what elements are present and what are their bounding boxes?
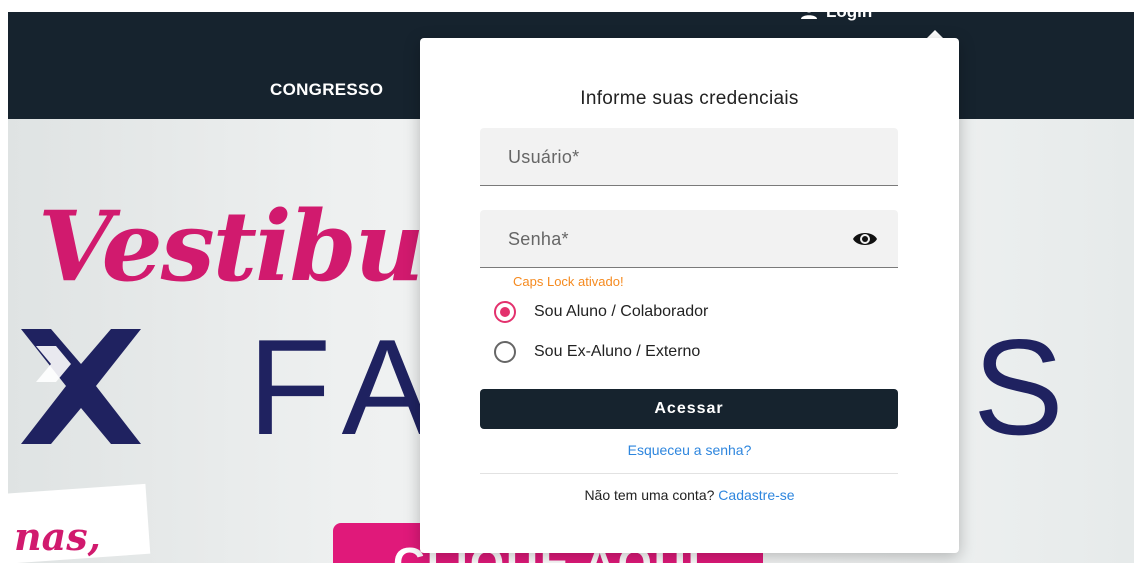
username-label: Usuário*	[508, 147, 580, 167]
eye-icon[interactable]	[852, 229, 878, 249]
hero-brand-right: S	[973, 311, 1064, 463]
signup-prompt: Não tem uma conta?	[584, 487, 715, 503]
nav-item-congresso[interactable]: CONGRESSO	[270, 80, 383, 100]
login-link[interactable]: Login	[800, 0, 872, 24]
acessar-button[interactable]: Acessar	[480, 389, 898, 429]
forgot-password-link[interactable]: Esqueceu a senha?	[420, 442, 959, 458]
brand-x-logo	[21, 329, 141, 444]
popup-title: Informe suas credenciais	[580, 88, 799, 109]
radio-aluno-control[interactable]	[494, 301, 516, 323]
login-popup: Informe suas credenciais Usuário* Senha*…	[420, 38, 959, 553]
hero-slogan-fragment: nas,	[14, 514, 101, 559]
radio-aluno[interactable]: Sou Aluno / Colaborador	[494, 301, 708, 323]
login-label: Login	[826, 2, 873, 21]
user-icon	[801, 4, 817, 19]
radio-ex-aluno[interactable]: Sou Ex-Aluno / Externo	[494, 341, 700, 363]
signup-line: Não tem uma conta? Cadastre-se	[420, 487, 959, 503]
radio-aluno-label: Sou Aluno / Colaborador	[534, 303, 709, 320]
divider	[480, 473, 898, 474]
signup-link[interactable]: Cadastre-se	[718, 487, 794, 503]
radio-ex-aluno-control[interactable]	[494, 341, 516, 363]
caps-lock-warning: Caps Lock ativado!	[513, 274, 624, 289]
password-field[interactable]: Senha*	[480, 210, 898, 268]
hero-script-text: Vestibul	[38, 190, 459, 303]
radio-ex-aluno-label: Sou Ex-Aluno / Externo	[534, 343, 701, 360]
username-field[interactable]: Usuário*	[480, 128, 898, 186]
password-label: Senha*	[508, 229, 569, 249]
